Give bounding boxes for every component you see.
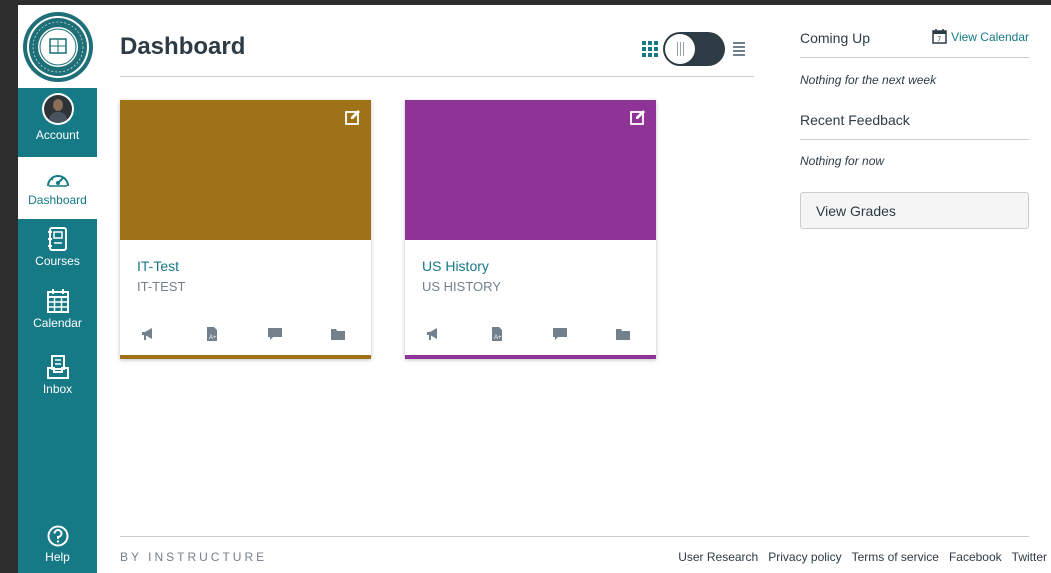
view-calendar-label: View Calendar bbox=[951, 29, 1029, 44]
svg-text:A+: A+ bbox=[494, 335, 502, 341]
discussions-icon[interactable] bbox=[267, 326, 283, 342]
nav-calendar-label: Calendar bbox=[33, 316, 82, 330]
nav-courses[interactable]: Courses bbox=[18, 227, 97, 283]
global-nav-sidebar: Account Dashboard Courses Calendar Inbox… bbox=[18, 5, 97, 573]
feedback-empty: Nothing for now bbox=[800, 154, 885, 168]
course-card-actions: A+ bbox=[120, 326, 371, 346]
app-window: Account Dashboard Courses Calendar Inbox… bbox=[18, 5, 1051, 573]
courses-icon bbox=[47, 227, 67, 251]
instructure-brand[interactable]: BY INSTRUCTURE bbox=[120, 550, 267, 564]
view-grades-button[interactable]: View Grades bbox=[800, 192, 1029, 229]
footer-links: User Research Privacy policy Terms of se… bbox=[678, 550, 1047, 564]
page-title: Dashboard bbox=[120, 33, 246, 60]
coming-up-empty: Nothing for the next week bbox=[800, 73, 937, 87]
course-card-hero[interactable] bbox=[405, 100, 656, 240]
calendar-small-icon: 7 bbox=[932, 29, 947, 44]
help-icon bbox=[47, 525, 68, 547]
nav-inbox[interactable]: Inbox bbox=[18, 355, 97, 411]
footer-link-facebook[interactable]: Facebook bbox=[949, 550, 1002, 564]
right-side-panel: Coming Up 7 View Calendar Nothing for th… bbox=[800, 5, 1029, 525]
edit-card-icon[interactable] bbox=[345, 109, 361, 125]
divider bbox=[800, 57, 1029, 58]
nav-dashboard-label: Dashboard bbox=[28, 192, 87, 207]
nav-account[interactable]: Account bbox=[18, 93, 97, 157]
course-card-color-bar bbox=[120, 355, 371, 359]
dashboard-icon bbox=[46, 174, 69, 187]
calendar-icon bbox=[46, 289, 69, 313]
nav-account-label: Account bbox=[35, 128, 80, 142]
inbox-icon bbox=[46, 355, 69, 379]
nav-calendar[interactable]: Calendar bbox=[18, 289, 97, 347]
course-card-it-test[interactable]: IT-Test IT-TEST A+ bbox=[120, 100, 371, 359]
footer-link-user-research[interactable]: User Research bbox=[678, 550, 758, 564]
nav-help[interactable]: Help bbox=[18, 525, 97, 571]
footer-link-twitter[interactable]: Twitter bbox=[1012, 550, 1047, 564]
avatar bbox=[41, 93, 74, 125]
edit-card-icon[interactable] bbox=[630, 109, 646, 125]
view-switch[interactable] bbox=[663, 32, 725, 66]
dashboard-view-toggle[interactable] bbox=[642, 32, 745, 66]
announcements-icon[interactable] bbox=[140, 326, 156, 342]
course-card-actions: A+ bbox=[405, 326, 656, 346]
footer-link-terms[interactable]: Terms of service bbox=[852, 550, 939, 564]
assignments-icon[interactable]: A+ bbox=[489, 326, 505, 342]
seal-logo-icon bbox=[22, 11, 93, 82]
course-card-us-history[interactable]: US History US HISTORY A+ bbox=[405, 100, 656, 359]
list-view-icon[interactable] bbox=[733, 42, 745, 56]
discussions-icon[interactable] bbox=[552, 326, 568, 342]
nav-help-label: Help bbox=[45, 550, 70, 564]
divider bbox=[800, 139, 1029, 140]
course-card-color-bar bbox=[405, 355, 656, 359]
card-view-icon[interactable] bbox=[642, 41, 658, 57]
course-name[interactable]: US History bbox=[422, 258, 489, 274]
course-code: IT-TEST bbox=[137, 279, 186, 294]
svg-text:A+: A+ bbox=[209, 335, 217, 341]
files-icon[interactable] bbox=[615, 326, 631, 342]
switch-knob bbox=[665, 34, 695, 64]
calendar-day-number: 7 bbox=[937, 37, 941, 44]
window-frame: Account Dashboard Courses Calendar Inbox… bbox=[0, 0, 1051, 573]
course-card-hero[interactable] bbox=[120, 100, 371, 240]
course-code: US HISTORY bbox=[422, 279, 501, 294]
title-divider bbox=[120, 76, 754, 77]
course-name[interactable]: IT-Test bbox=[137, 258, 179, 274]
footer-divider bbox=[120, 536, 1029, 537]
nav-courses-label: Courses bbox=[35, 254, 80, 268]
dashboard-main: Dashboard IT-Test IT-TEST A+ US History … bbox=[97, 5, 772, 573]
nav-dashboard[interactable]: Dashboard bbox=[18, 157, 97, 219]
assignments-icon[interactable]: A+ bbox=[204, 326, 220, 342]
nav-inbox-label: Inbox bbox=[42, 382, 73, 396]
recent-feedback-heading: Recent Feedback bbox=[800, 112, 910, 128]
college-logo[interactable] bbox=[18, 5, 97, 88]
view-calendar-link[interactable]: 7 View Calendar bbox=[932, 29, 1029, 44]
announcements-icon[interactable] bbox=[425, 326, 441, 342]
footer-link-privacy[interactable]: Privacy policy bbox=[768, 550, 841, 564]
view-grades-label: View Grades bbox=[816, 202, 896, 219]
files-icon[interactable] bbox=[330, 326, 346, 342]
